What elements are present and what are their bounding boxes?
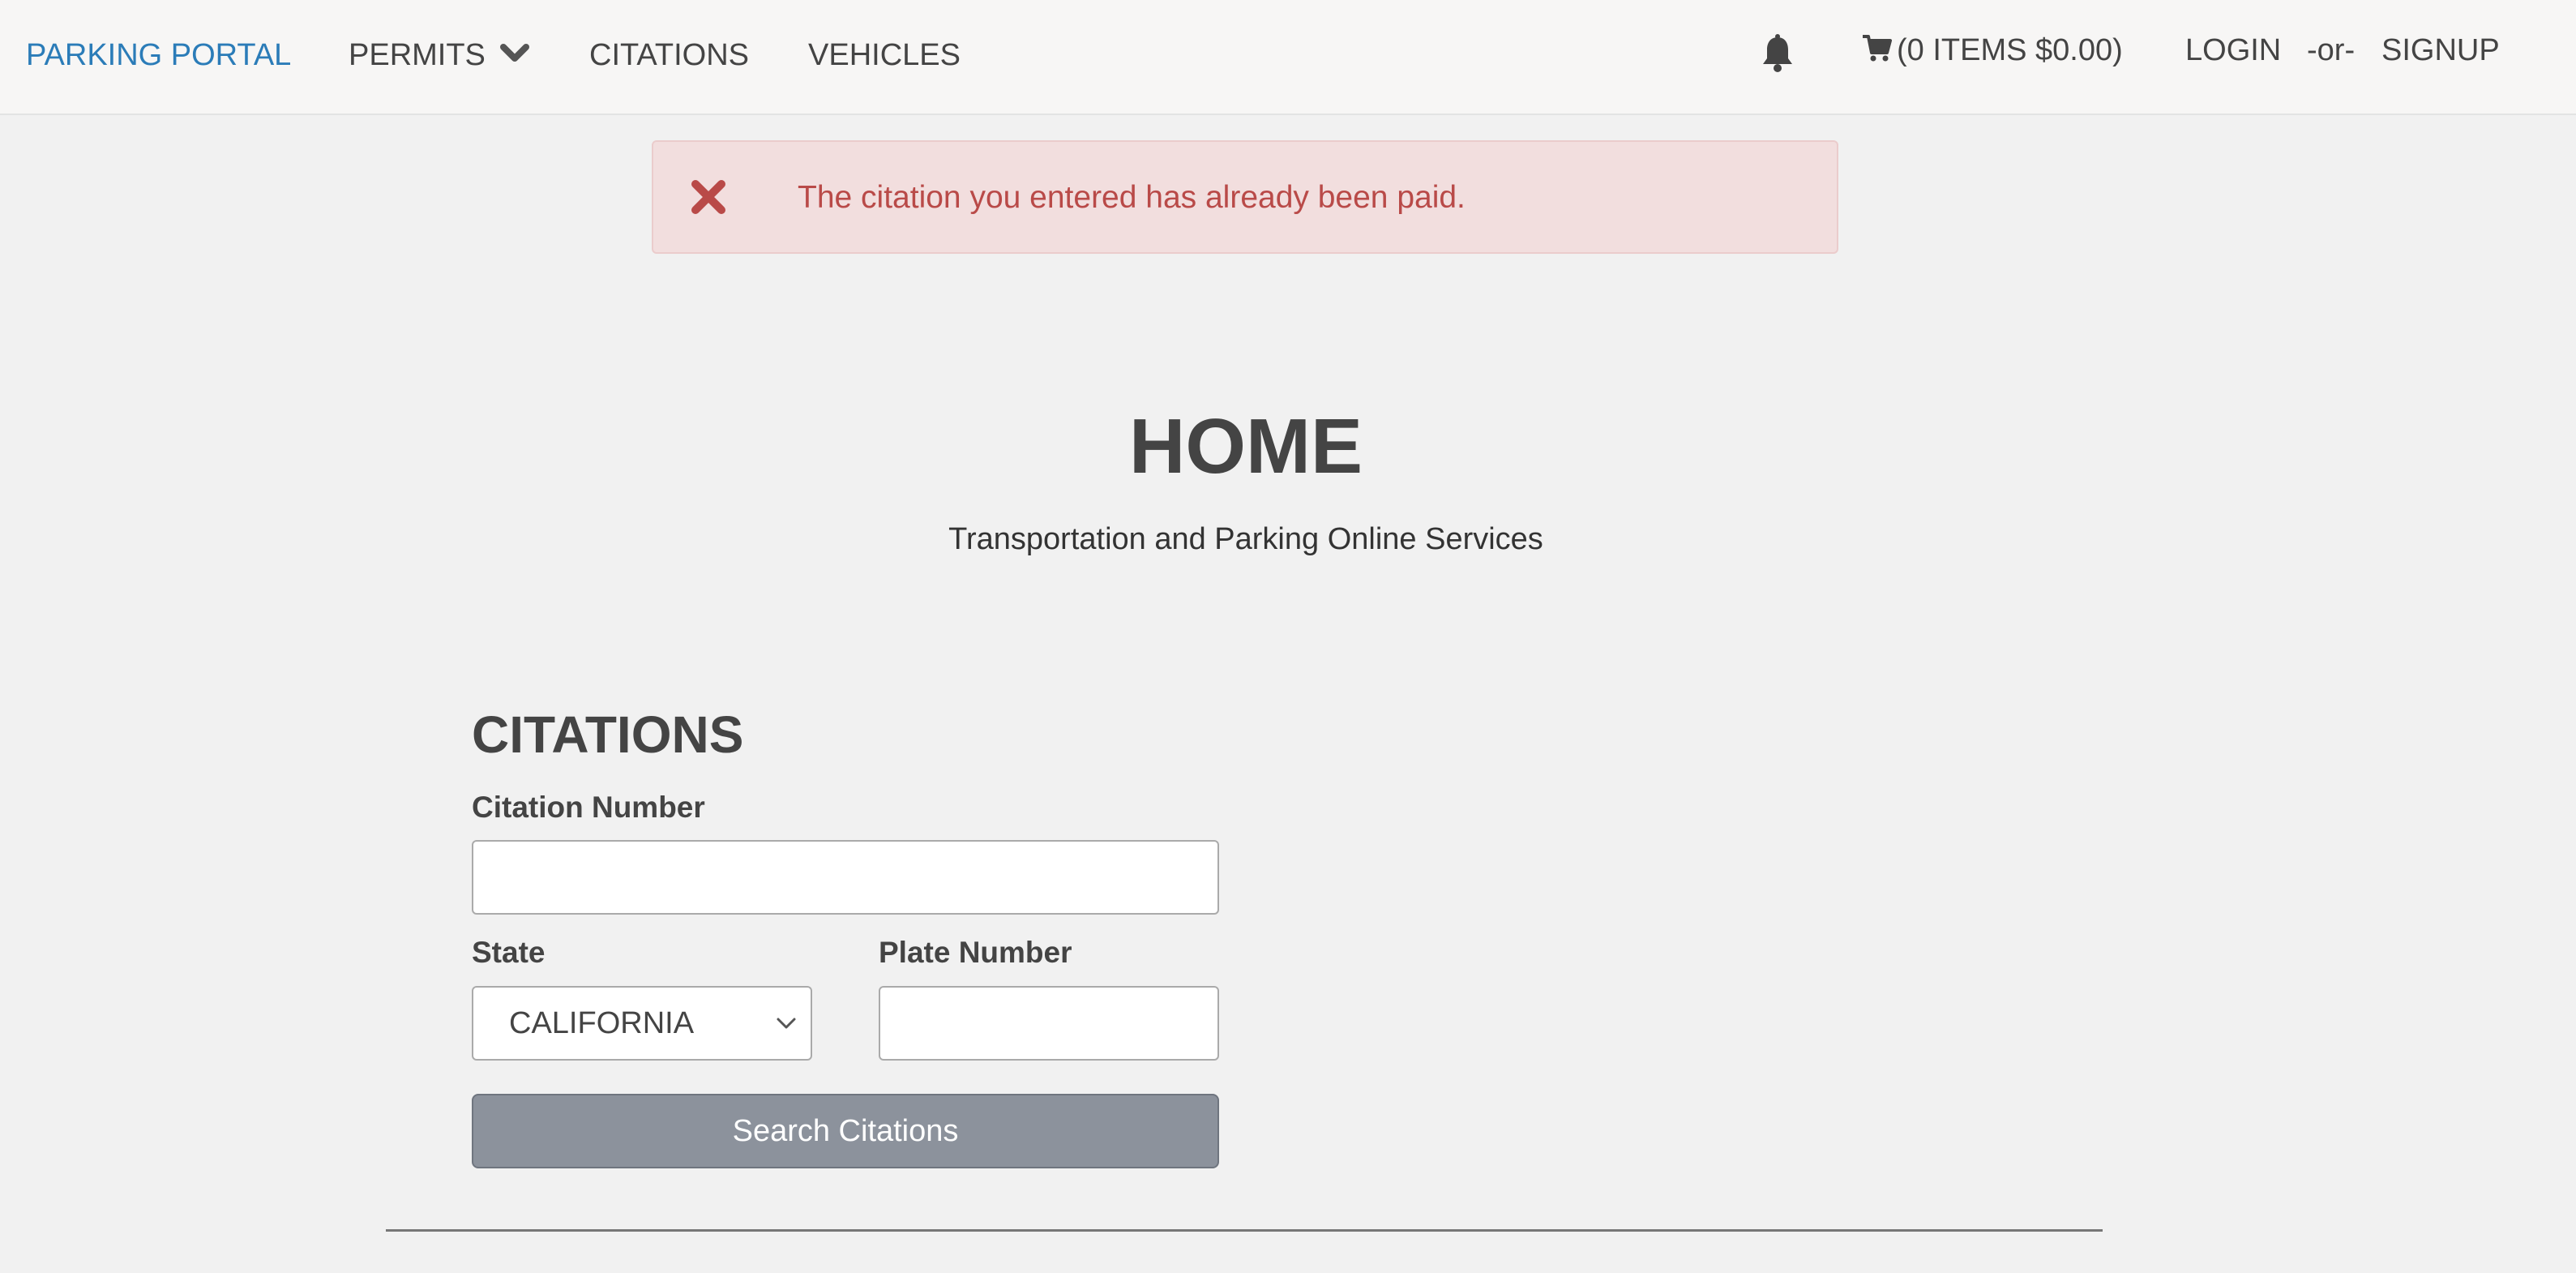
citations-section-title: CITATIONS	[472, 705, 744, 764]
chevron-down-icon	[500, 43, 530, 62]
search-citations-button[interactable]: Search Citations	[472, 1094, 1219, 1168]
state-label: State	[472, 936, 546, 969]
error-alert: The citation you entered has already bee…	[652, 140, 1838, 254]
citation-number-input[interactable]	[472, 840, 1219, 915]
cart-icon	[1863, 34, 1892, 62]
login-link[interactable]: LOGIN	[2185, 31, 2281, 70]
nav-citations-link[interactable]: CITATIONS	[589, 36, 749, 75]
chevron-down-icon	[777, 1018, 796, 1029]
plate-number-label: Plate Number	[879, 936, 1072, 969]
brand-link[interactable]: PARKING PORTAL	[26, 36, 291, 75]
page-subtitle: Transportation and Parking Online Servic…	[948, 522, 1543, 556]
state-select[interactable]: CALIFORNIA	[472, 986, 812, 1061]
cart-link[interactable]: (0 ITEMS $0.00)	[1861, 31, 2123, 70]
page-title: HOME	[1129, 403, 1363, 490]
nav-vehicles-link[interactable]: VEHICLES	[808, 36, 961, 75]
alert-message: The citation you entered has already bee…	[798, 180, 1466, 215]
state-selected-value: CALIFORNIA	[509, 1006, 695, 1040]
nav-permits-label: PERMITS	[349, 38, 486, 72]
close-x-icon	[691, 180, 725, 214]
login-signup-separator: -or-	[2307, 33, 2356, 67]
plate-number-input[interactable]	[879, 986, 1219, 1061]
bell-icon[interactable]	[1761, 34, 1795, 73]
nav-permits-dropdown[interactable]: PERMITS	[349, 36, 530, 75]
citation-number-label: Citation Number	[472, 791, 705, 824]
signup-link[interactable]: SIGNUP	[2381, 31, 2500, 70]
section-divider	[386, 1229, 2103, 1232]
top-navbar: PARKING PORTAL PERMITS CITATIONS VEHICLE…	[0, 0, 2576, 115]
cart-summary: (0 ITEMS $0.00)	[1897, 33, 2123, 67]
